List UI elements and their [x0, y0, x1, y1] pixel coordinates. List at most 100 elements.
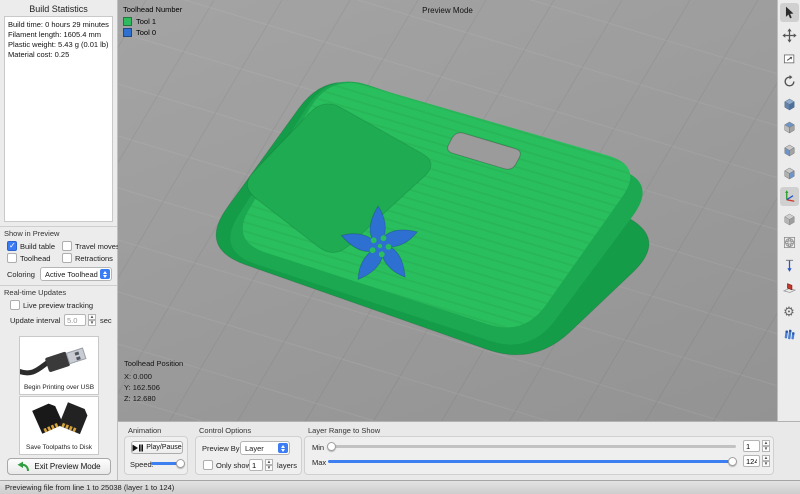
preview-by-dropdown[interactable]: Layer [240, 441, 290, 455]
usb-cable-icon [20, 337, 98, 377]
build-statistics-title: Build Statistics [0, 4, 117, 14]
min-layer-input[interactable] [743, 440, 760, 452]
checkbox-row: Build table Travel moves [0, 241, 117, 252]
z-axis-arrow-icon [782, 258, 797, 273]
begin-printing-usb-button[interactable]: Begin Printing over USB [19, 336, 99, 395]
dropdown-arrows-icon [100, 269, 110, 279]
checkbox-row: Toolhead Retractions [0, 253, 117, 264]
dropdown-arrows-icon [278, 443, 288, 453]
top-cube-icon [782, 120, 797, 135]
max-slider-knob[interactable] [728, 457, 737, 466]
update-interval-stepper[interactable]: ▲ ▼ [88, 314, 96, 326]
preview-by-value: Layer [245, 444, 264, 453]
gear-icon: ⚙ [783, 305, 795, 318]
play-pause-label: Play/Pause [146, 444, 181, 451]
stat-material-cost: Material cost: 0.25 [8, 50, 109, 60]
zoom-region-icon [782, 51, 797, 66]
toolhead-checkbox[interactable] [7, 253, 17, 263]
view-side-button[interactable] [780, 164, 799, 183]
update-interval-input[interactable] [64, 314, 86, 326]
pan-view-button[interactable] [780, 26, 799, 45]
save-toolpaths-button[interactable]: Save Toolpaths to Disk [19, 396, 99, 455]
rotate-icon [782, 74, 797, 89]
cross-section-button[interactable] [780, 279, 799, 298]
axes-icon [782, 189, 797, 204]
cursor-icon [782, 5, 797, 20]
begin-printing-usb-label: Begin Printing over USB [20, 382, 98, 394]
save-toolpaths-label: Save Toolpaths to Disk [20, 442, 98, 454]
app-window: Build Statistics Build time: 0 hours 29 … [0, 0, 800, 494]
status-bar-text: Previewing file from line 1 to 25038 (la… [5, 483, 174, 492]
stat-plastic-weight: Plastic weight: 5.43 g (0.01 lb) [8, 40, 109, 50]
view-front-button[interactable] [780, 141, 799, 160]
divider [0, 226, 117, 227]
only-show-label: Only show [216, 461, 251, 470]
toolhead-bars-icon [782, 327, 797, 342]
build-table-checkbox[interactable] [7, 241, 17, 251]
stepper-down-icon[interactable]: ▼ [762, 446, 770, 452]
live-preview-tracking-checkbox[interactable] [10, 300, 20, 310]
toolhead-position-title: Toolhead Position [124, 358, 183, 369]
select-cursor-button[interactable] [780, 3, 799, 22]
tool0-label: Tool 0 [136, 28, 156, 37]
pan-arrows-icon [782, 28, 797, 43]
stat-build-time: Build time: 0 hours 29 minutes [8, 20, 109, 30]
sidebar: Build Statistics Build time: 0 hours 29 … [0, 0, 118, 480]
stepper-down-icon[interactable]: ▼ [762, 461, 770, 467]
speed-slider-knob[interactable] [176, 459, 185, 468]
retractions-checkbox[interactable] [62, 253, 72, 263]
max-layer-stepper[interactable]: ▲ ▼ [762, 455, 770, 467]
viewport-3d-canvas[interactable]: Toolhead Number Tool 1 Tool 0 Preview Mo… [118, 0, 777, 421]
toolhead-x: X: 0.000 [124, 371, 183, 382]
travel-moves-label: Travel moves [75, 242, 120, 251]
min-slider-knob[interactable] [327, 442, 336, 451]
front-cube-icon [782, 143, 797, 158]
exit-preview-mode-button[interactable]: Exit Preview Mode [7, 458, 111, 475]
live-tracking-row: Live preview tracking [0, 300, 117, 311]
side-cube-icon [782, 166, 797, 181]
only-show-stepper[interactable]: ▲ ▼ [265, 459, 273, 471]
tool0-color-swatch [123, 28, 132, 37]
rotate-view-button[interactable] [780, 72, 799, 91]
max-slider-track[interactable] [328, 460, 736, 463]
build-table-label: Build table [20, 242, 55, 251]
max-layer-input[interactable] [743, 455, 760, 467]
control-options-group-label: Control Options [199, 426, 251, 435]
stepper-down-icon[interactable]: ▼ [265, 465, 273, 471]
speed-slider[interactable] [151, 459, 184, 468]
preview-mode-label: Preview Mode [118, 6, 777, 15]
divider [0, 285, 117, 286]
exit-preview-mode-label: Exit Preview Mode [34, 462, 100, 471]
min-layer-stepper[interactable]: ▲ ▼ [762, 440, 770, 452]
sd-cards-icon [20, 397, 98, 437]
toolhead-offsets-button[interactable] [780, 325, 799, 344]
show-in-preview-label: Show in Preview [4, 229, 59, 238]
only-show-input[interactable] [249, 459, 263, 471]
toolhead-z: Z: 12.680 [124, 393, 183, 404]
legend-item-tool1: Tool 1 [123, 17, 182, 26]
wireframe-view-button[interactable] [780, 233, 799, 252]
settings-button[interactable]: ⚙ [780, 302, 799, 321]
only-show-checkbox[interactable] [203, 460, 213, 470]
min-slider-track[interactable] [328, 445, 736, 448]
layer-range-group-label: Layer Range to Show [308, 426, 380, 435]
show-axes-button[interactable] [780, 187, 799, 206]
z-height-button[interactable] [780, 256, 799, 275]
show-model-button[interactable] [780, 210, 799, 229]
zoom-region-button[interactable] [780, 49, 799, 68]
preview-controls-panel: Animation Play/Pause Speed: Control Opti… [118, 421, 800, 480]
min-layer-slider[interactable] [328, 442, 736, 451]
travel-moves-checkbox[interactable] [62, 241, 72, 251]
stepper-down-icon[interactable]: ▼ [88, 320, 96, 326]
view-isometric-button[interactable] [780, 95, 799, 114]
retractions-label: Retractions [75, 254, 113, 263]
max-label: Max [312, 458, 326, 467]
play-pause-button[interactable]: Play/Pause [131, 441, 183, 454]
tool1-color-swatch [123, 17, 132, 26]
view-top-button[interactable] [780, 118, 799, 137]
toolhead-y: Y: 162.506 [124, 382, 183, 393]
play-pause-icon [132, 444, 143, 452]
update-interval-label: Update interval [10, 316, 60, 325]
max-layer-slider[interactable] [328, 457, 736, 466]
coloring-dropdown[interactable]: Active Toolhead [40, 267, 112, 281]
